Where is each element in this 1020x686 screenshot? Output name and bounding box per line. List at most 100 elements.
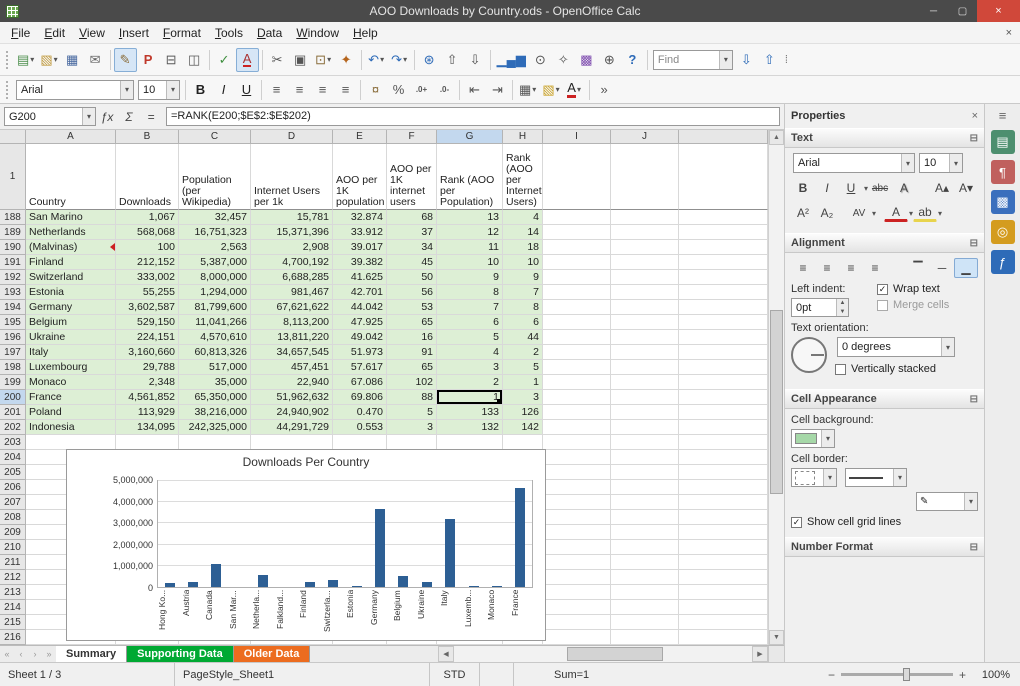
export-pdf-icon[interactable]: P [137, 48, 160, 72]
checkbox-icon[interactable] [877, 299, 888, 311]
align-vcenter-icon[interactable]: ─ [930, 258, 954, 278]
cell-A196[interactable]: Ukraine [26, 330, 116, 345]
cell-F191[interactable]: 45 [387, 255, 437, 270]
cell-H193[interactable]: 7 [503, 285, 543, 300]
cell-D193[interactable]: 981,467 [251, 285, 333, 300]
row-header-206[interactable]: 206 [0, 480, 26, 495]
cell-B199[interactable]: 2,348 [116, 375, 179, 390]
chevron-down-icon[interactable]: ▾ [577, 85, 581, 94]
cell-I190[interactable] [543, 240, 611, 255]
chevron-down-icon[interactable]: ▾ [380, 55, 384, 64]
cell-I198[interactable] [543, 360, 611, 375]
cell-H200[interactable]: 3 [503, 390, 543, 405]
cell-E194[interactable]: 44.042 [333, 300, 387, 315]
row-header-201[interactable]: 201 [0, 405, 26, 420]
borders-icon[interactable]: ▦ ▾ [516, 79, 539, 101]
number-format-currency-icon[interactable]: ¤ [364, 79, 387, 101]
font-name-select[interactable]: Arial ▾ [16, 79, 134, 100]
sidebar-menu[interactable]: ≡ [991, 108, 1015, 123]
cell-D198[interactable]: 457,451 [251, 360, 333, 375]
cell-C1[interactable]: Population (per Wikipedia) [179, 144, 251, 210]
cell-F200[interactable]: 88 [387, 390, 437, 405]
close-document-button[interactable]: × [1006, 27, 1012, 39]
chevron-down-icon[interactable]: ▾ [556, 85, 560, 94]
shadow-icon[interactable]: A [892, 178, 916, 198]
cell-H192[interactable]: 9 [503, 270, 543, 285]
cell-C190[interactable]: 2,563 [179, 240, 251, 255]
cell-I202[interactable] [543, 420, 611, 435]
column-header-D[interactable]: D [251, 130, 333, 144]
cell-D194[interactable]: 67,621,622 [251, 300, 333, 315]
horizontal-scroll-track[interactable] [454, 646, 752, 662]
cell-J216[interactable] [611, 630, 679, 645]
cell-H203[interactable] [503, 435, 543, 450]
scroll-up-icon[interactable]: ▲ [769, 130, 784, 145]
zoom-icon[interactable]: ⊕ [598, 48, 621, 72]
cell-G195[interactable]: 6 [437, 315, 503, 330]
cell-G201[interactable]: 133 [437, 405, 503, 420]
row-header-196[interactable]: 196 [0, 330, 26, 345]
column-header-filler[interactable] [679, 130, 768, 144]
cell-E193[interactable]: 42.701 [333, 285, 387, 300]
vertically-stacked-checkbox[interactable]: Vertically stacked [835, 363, 978, 375]
column-header-C[interactable]: C [179, 130, 251, 144]
cell-F190[interactable]: 34 [387, 240, 437, 255]
row-header-200[interactable]: 200 [0, 390, 26, 405]
bold-icon[interactable]: B [791, 178, 815, 198]
cell-I216[interactable] [543, 630, 611, 645]
border-line-color-button[interactable]: ✎ ▾ [916, 492, 978, 511]
cell-B202[interactable]: 134,095 [116, 420, 179, 435]
cell-F195[interactable]: 65 [387, 315, 437, 330]
align-top-icon[interactable]: ▔ [906, 258, 930, 278]
cell-C193[interactable]: 1,294,000 [179, 285, 251, 300]
cell-J213[interactable] [611, 585, 679, 600]
cell-J193[interactable] [611, 285, 679, 300]
border-line-style-button[interactable]: ▾ [845, 468, 907, 487]
toolbar-grip[interactable] [6, 80, 10, 99]
align-justified-icon[interactable]: ≡ [863, 258, 887, 278]
find-previous-icon[interactable]: ⇧ [758, 48, 781, 72]
cell-J210[interactable] [611, 540, 679, 555]
cell-H190[interactable]: 18 [503, 240, 543, 255]
row-header-210[interactable]: 210 [0, 540, 26, 555]
help-icon[interactable]: ? [621, 48, 644, 72]
cell-A193[interactable]: Estonia [26, 285, 116, 300]
cell-A197[interactable]: Italy [26, 345, 116, 360]
cell-J204[interactable] [611, 450, 679, 465]
collapse-icon[interactable]: ⊟ [970, 133, 978, 144]
menu-format[interactable]: Format [156, 24, 208, 42]
cell-I200[interactable] [543, 390, 611, 405]
row-header-195[interactable]: 195 [0, 315, 26, 330]
cell-G200[interactable]: 1 [437, 390, 503, 405]
sidebar-font-size-select[interactable]: 10 ▾ [919, 153, 963, 173]
sheet-nav-icon-0[interactable]: « [0, 646, 14, 662]
collapse-icon[interactable]: ⊟ [970, 394, 978, 405]
cell-J206[interactable] [611, 480, 679, 495]
cell-D203[interactable] [251, 435, 333, 450]
font-size-select[interactable]: 10 ▾ [138, 79, 180, 100]
sort-ascending-icon[interactable]: ⇧ [441, 48, 464, 72]
grid-corner[interactable] [0, 130, 26, 144]
cell-G191[interactable]: 10 [437, 255, 503, 270]
cell-H189[interactable]: 14 [503, 225, 543, 240]
cell-I205[interactable] [543, 465, 611, 480]
zoom-in-icon[interactable]: + [953, 668, 972, 682]
show-grid-lines-checkbox[interactable]: Show cell grid lines [791, 516, 978, 528]
row-header-216[interactable]: 216 [0, 630, 26, 645]
cell-appearance-section-header[interactable]: Cell Appearance ⊟ [785, 389, 984, 409]
cell-B192[interactable]: 333,002 [116, 270, 179, 285]
cell-I207[interactable] [543, 495, 611, 510]
row-header-193[interactable]: 193 [0, 285, 26, 300]
cell-C196[interactable]: 4,570,610 [179, 330, 251, 345]
row-header-1[interactable]: 1 [0, 144, 26, 210]
column-header-G[interactable]: G [437, 130, 503, 144]
row-header-208[interactable]: 208 [0, 510, 26, 525]
vertical-scroll-thumb[interactable] [770, 309, 783, 495]
menu-help[interactable]: Help [346, 24, 385, 42]
cell-F197[interactable]: 91 [387, 345, 437, 360]
cell-C188[interactable]: 32,457 [179, 210, 251, 225]
cell-G1[interactable]: Rank (AOO per Population) [437, 144, 503, 210]
cell-D200[interactable]: 51,962,632 [251, 390, 333, 405]
cell-G190[interactable]: 11 [437, 240, 503, 255]
styles-deck[interactable]: ¶ [990, 160, 1015, 184]
